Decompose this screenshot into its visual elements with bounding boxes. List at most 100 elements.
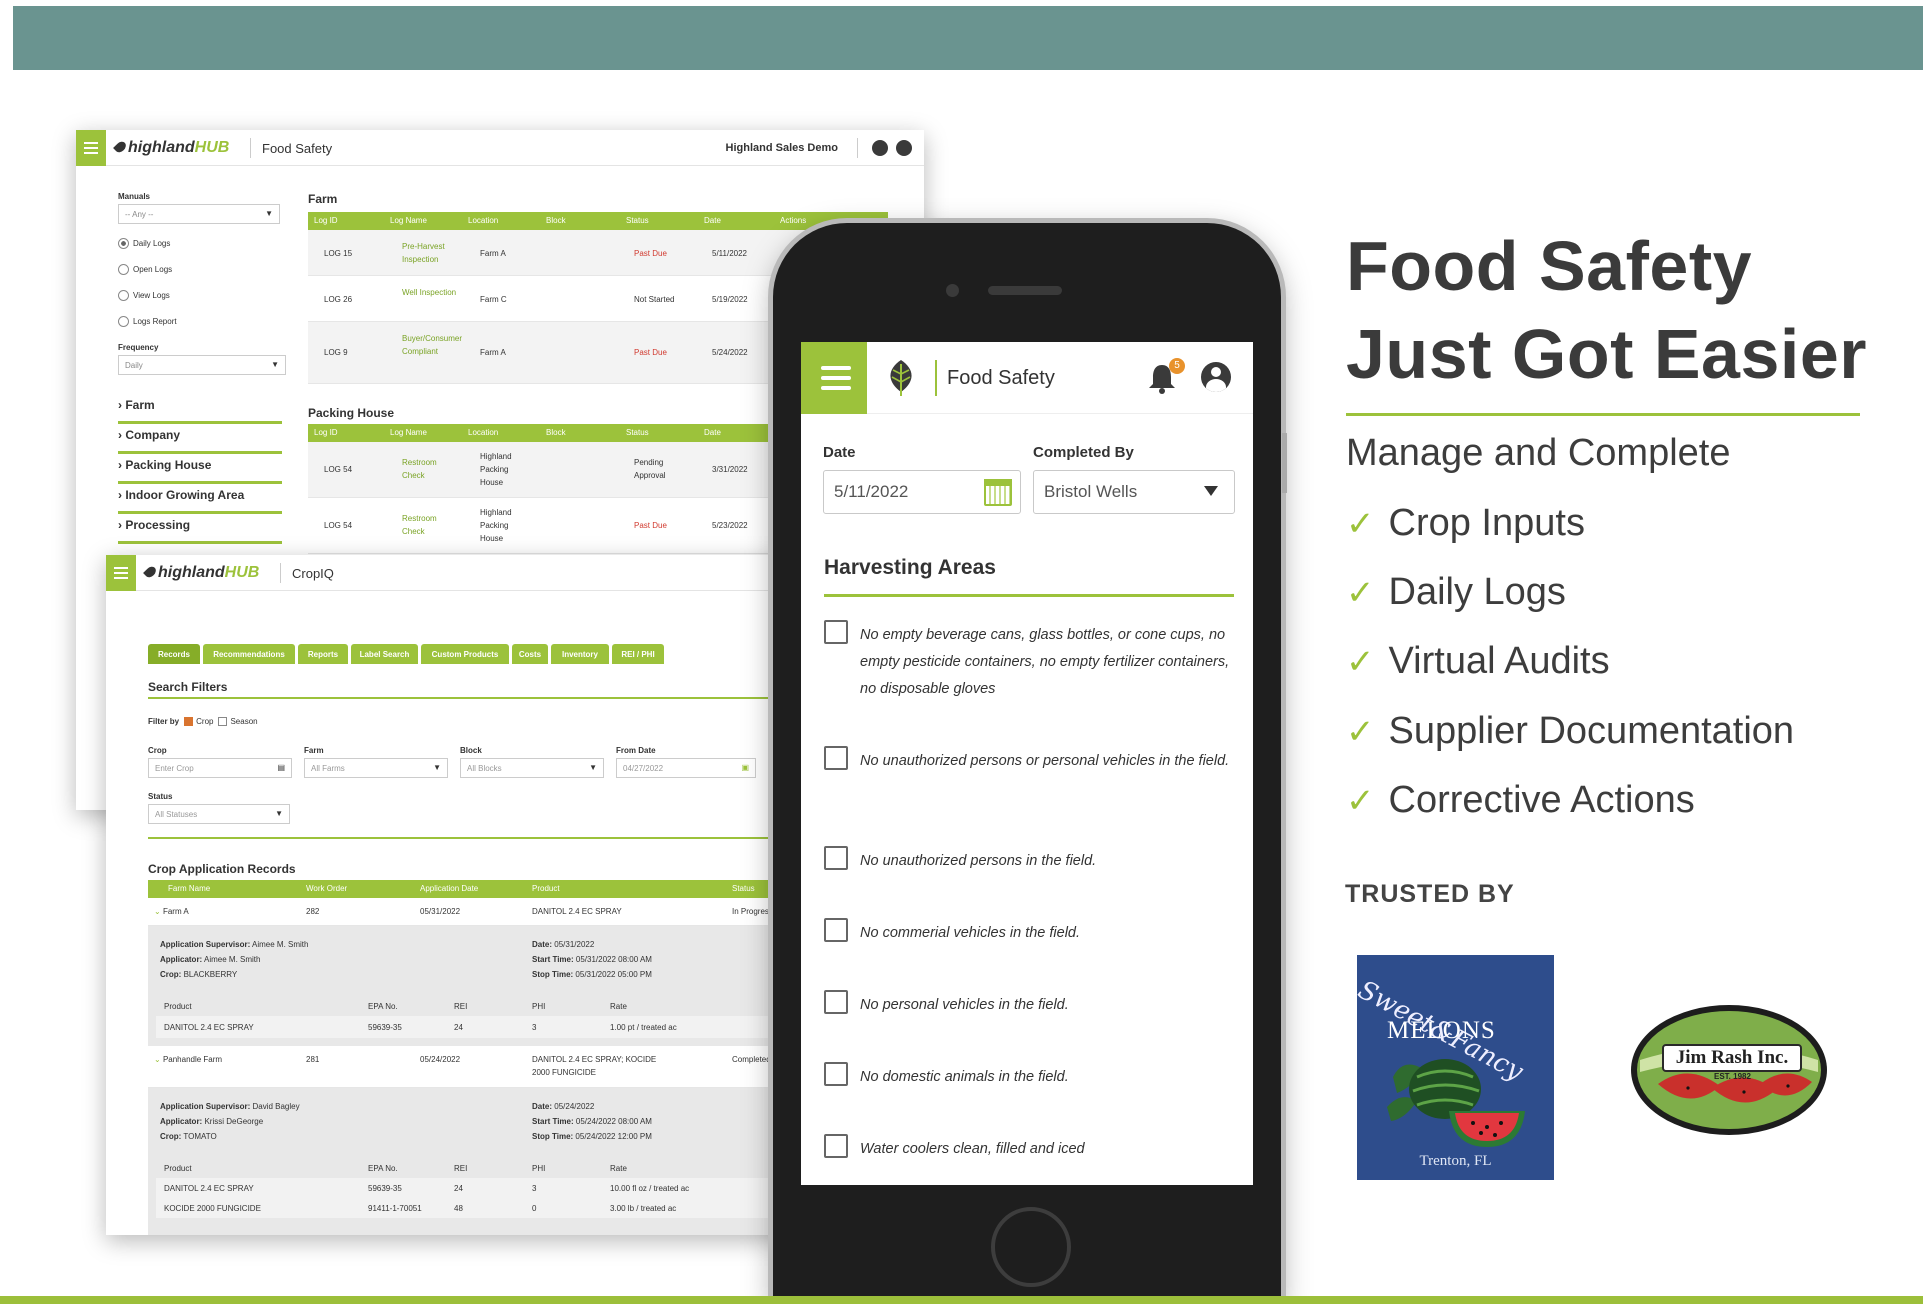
log-name[interactable]: Restroom Check xyxy=(402,512,454,538)
tab-rei-phi[interactable]: REI / PHI xyxy=(612,644,664,664)
column-header[interactable]: Status xyxy=(626,428,649,437)
status-badge: In Progress xyxy=(732,907,773,916)
product-col: REI xyxy=(454,1164,468,1173)
checkbox[interactable] xyxy=(824,990,848,1014)
product-row: DANITOL 2.4 EC SPRAY 59639-35 24 3 10.00… xyxy=(156,1178,806,1198)
chevron-down-icon: ▼ xyxy=(433,763,441,772)
log-name[interactable]: Restroom Check xyxy=(402,456,454,482)
checklist-text: No commerial vehicles in the field. xyxy=(860,925,1081,941)
column-header[interactable]: Farm Name xyxy=(168,884,210,893)
frequency-select[interactable]: Daily ▼ xyxy=(118,355,286,375)
column-header[interactable]: Log Name xyxy=(390,428,427,437)
completed-by-select[interactable]: Bristol Wells xyxy=(1033,470,1235,514)
stop-time: Stop Time: 05/31/2022 05:00 PM xyxy=(532,970,652,979)
tab-recommendations[interactable]: Recommendations xyxy=(203,644,295,664)
home-button[interactable] xyxy=(991,1207,1071,1287)
sweet-fancy-melons-logo: Sweet&Fancy MELONS Trenton, FL xyxy=(1357,955,1554,1180)
headline-line: Just Got Easier xyxy=(1346,315,1868,393)
tab-reports[interactable]: Reports xyxy=(298,644,348,664)
column-header[interactable]: Log Name xyxy=(390,216,427,225)
checkbox[interactable] xyxy=(824,846,848,870)
checkbox[interactable] xyxy=(824,746,848,770)
log-id: LOG 54 xyxy=(324,465,353,474)
rei: 24 xyxy=(454,1023,463,1032)
column-header[interactable]: Log ID xyxy=(314,428,338,437)
date-label: Date xyxy=(823,444,856,461)
radio-logs-report[interactable]: Logs Report xyxy=(118,316,177,327)
tab-label-search[interactable]: Label Search xyxy=(351,644,418,664)
chevron-down-icon[interactable]: ⌄ xyxy=(154,1055,161,1064)
column-header[interactable]: Block xyxy=(546,216,566,225)
crop-input[interactable]: Enter Crop ▤ xyxy=(148,758,292,778)
headline-line: Food Safety xyxy=(1346,227,1753,305)
farm-select[interactable]: All Farms ▼ xyxy=(304,758,448,778)
date-field[interactable]: 5/11/2022 xyxy=(823,470,1021,514)
status-badge: Pending Approval xyxy=(634,458,666,480)
app-header: highlandHUB CropIQ xyxy=(106,555,806,591)
log-date: 5/11/2022 xyxy=(712,249,747,258)
checklist-text: No personal vehicles in the field. xyxy=(860,997,1069,1013)
column-header[interactable]: Status xyxy=(732,884,755,893)
sidebar-item-farm[interactable]: › Farm xyxy=(118,398,282,424)
menu-icon[interactable] xyxy=(76,130,106,166)
notification-icon[interactable] xyxy=(872,140,888,156)
block-select[interactable]: All Blocks ▼ xyxy=(460,758,604,778)
rei: 24 xyxy=(454,1184,463,1193)
column-header[interactable]: Work Order xyxy=(306,884,347,893)
log-date: 5/24/2022 xyxy=(712,348,748,357)
crop-checkbox[interactable] xyxy=(184,717,194,726)
manuals-select[interactable]: -- Any -- ▼ xyxy=(118,204,280,224)
column-header[interactable]: Application Date xyxy=(420,884,478,893)
checkbox[interactable] xyxy=(824,1134,848,1158)
camera xyxy=(946,284,959,297)
radio-view-logs[interactable]: View Logs xyxy=(118,290,170,301)
account-name[interactable]: Highland Sales Demo xyxy=(726,142,838,154)
user-icon[interactable] xyxy=(1201,362,1231,392)
block-label: Block xyxy=(460,746,482,755)
tab-records[interactable]: Records xyxy=(148,644,200,664)
column-header[interactable]: Product xyxy=(532,884,560,893)
status-select[interactable]: All Statuses ▼ xyxy=(148,804,290,824)
sidebar-item-processing[interactable]: › Processing xyxy=(118,518,282,544)
calendar-icon[interactable] xyxy=(984,479,1012,506)
log-name[interactable]: Well Inspection xyxy=(402,286,462,299)
column-header[interactable]: Log ID xyxy=(314,216,338,225)
product-col: PHI xyxy=(532,1002,546,1011)
user-icon[interactable] xyxy=(896,140,912,156)
from-date-input[interactable]: 04/27/2022 ▣ xyxy=(616,758,756,778)
sidebar-item-company[interactable]: › Company xyxy=(118,428,282,454)
chevron-down-icon[interactable]: ⌄ xyxy=(154,907,161,916)
checkbox[interactable] xyxy=(824,918,848,942)
product-col: EPA No. xyxy=(368,1002,398,1011)
table-row[interactable]: ⌄ Farm A 282 05/31/2022 DANITOL 2.4 EC S… xyxy=(148,898,806,926)
sidebar-item-indoor-growing-area[interactable]: › Indoor Growing Area xyxy=(118,488,282,514)
column-header[interactable]: Location xyxy=(468,216,498,225)
sidebar-item-packing-house[interactable]: › Packing House xyxy=(118,458,282,484)
tab-inventory[interactable]: Inventory xyxy=(551,644,609,664)
menu-icon[interactable] xyxy=(801,342,867,414)
column-header[interactable]: Status xyxy=(626,216,649,225)
season-checkbox[interactable] xyxy=(218,717,228,726)
checkbox[interactable] xyxy=(824,1062,848,1086)
notification-count-badge: 5 xyxy=(1169,358,1185,374)
start-time: Start Time: 05/31/2022 08:00 AM xyxy=(532,955,652,964)
feature-item: ✓ Supplier Documentation xyxy=(1346,710,1795,752)
log-id: LOG 15 xyxy=(324,249,353,258)
calendar-icon: ▤ xyxy=(277,763,285,772)
crop: Crop: TOMATO xyxy=(160,1132,217,1141)
log-name[interactable]: Pre-Harvest Inspection xyxy=(402,240,462,266)
radio-daily-logs[interactable]: Daily Logs xyxy=(118,238,170,249)
table-row[interactable]: ⌄ Panhandle Farm 281 05/24/2022 DANITOL … xyxy=(148,1046,806,1088)
column-header[interactable]: Date xyxy=(704,428,721,437)
chevron-down-icon: ▼ xyxy=(265,209,273,218)
column-header[interactable]: Date xyxy=(704,216,721,225)
menu-icon[interactable] xyxy=(106,555,136,591)
column-header[interactable]: Location xyxy=(468,428,498,437)
checkbox[interactable] xyxy=(824,620,848,644)
log-name[interactable]: Buyer/Consumer Compliant xyxy=(402,332,462,358)
start-time: Start Time: 05/24/2022 08:00 AM xyxy=(532,1117,652,1126)
column-header[interactable]: Block xyxy=(546,428,566,437)
tab-costs[interactable]: Costs xyxy=(512,644,548,664)
tab-custom-products[interactable]: Custom Products xyxy=(421,644,509,664)
radio-open-logs[interactable]: Open Logs xyxy=(118,264,172,275)
